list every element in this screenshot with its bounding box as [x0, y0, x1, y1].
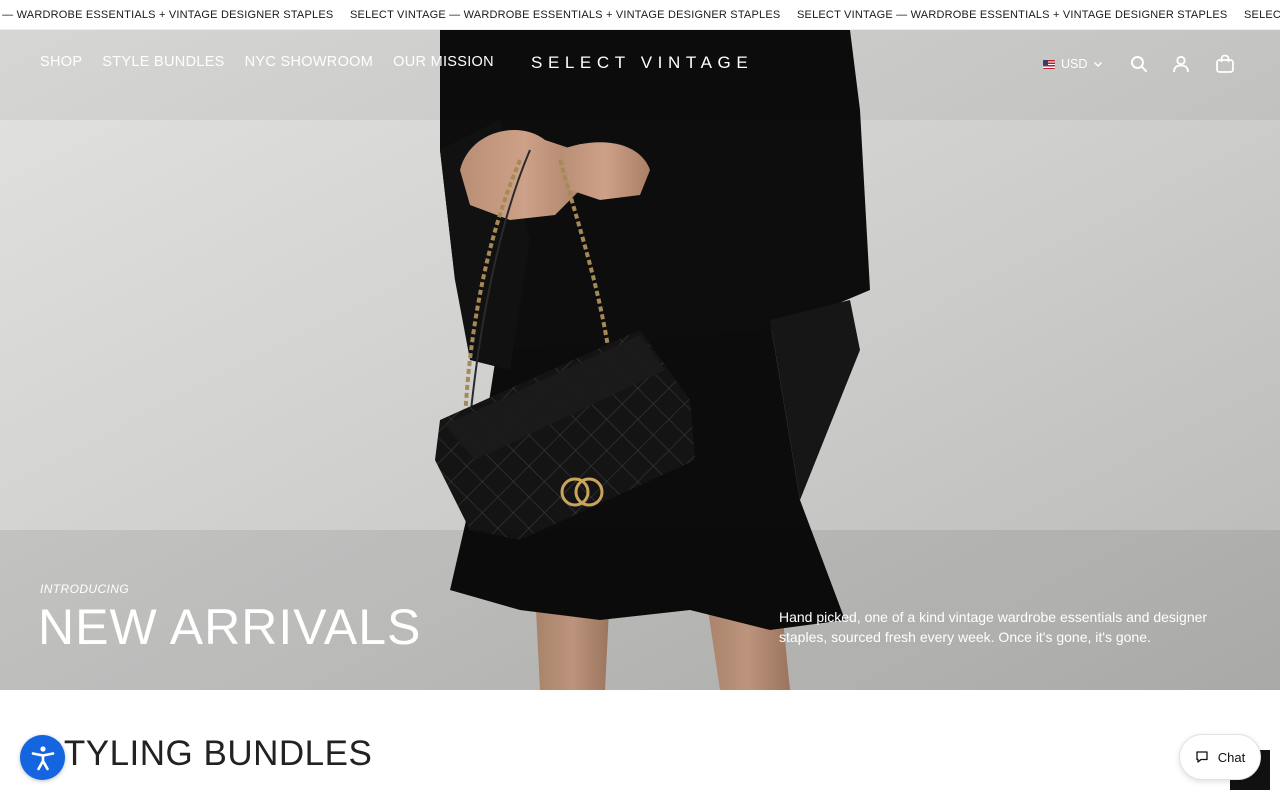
announcement-item: SELECT VINTAGE — WARDROBE ESSENTIALS + V… [1244, 9, 1280, 21]
styling-bundles-heading: STYLING BUNDLES [40, 734, 373, 773]
currency-label: USD [1061, 57, 1088, 71]
announcement-marquee: SELECT VINTAGE — WARDROBE ESSENTIALS + V… [0, 9, 1280, 21]
hero-eyebrow: INTRODUCING [40, 582, 130, 596]
accessibility-icon [31, 745, 54, 770]
accessibility-button[interactable] [20, 735, 65, 780]
nav-style-bundles[interactable]: STYLE BUNDLES [102, 54, 224, 70]
announcement-item: SELECT VINTAGE — WARDROBE ESSENTIALS + V… [350, 9, 781, 21]
header-actions: USD [1043, 50, 1237, 78]
announcement-item: SELECT VINTAGE — WARDROBE ESSENTIALS + V… [797, 9, 1228, 21]
chat-icon [1196, 751, 1208, 763]
cart-icon[interactable] [1213, 52, 1237, 76]
hero-image [0, 30, 1280, 690]
announcement-item: SELECT VINTAGE — WARDROBE ESSENTIALS + V… [0, 9, 334, 21]
hero-banner[interactable]: INTRODUCING NEW ARRIVALS Hand picked, on… [0, 30, 1280, 690]
hero-title: NEW ARRIVALS [38, 599, 422, 655]
nav-nyc-showroom[interactable]: NYC SHOWROOM [245, 54, 373, 70]
announcement-bar: SELECT VINTAGE — WARDROBE ESSENTIALS + V… [0, 0, 1280, 30]
main-nav: SHOP STYLE BUNDLES NYC SHOWROOM OUR MISS… [40, 54, 494, 70]
account-icon[interactable] [1169, 52, 1193, 76]
chat-button[interactable]: Chat [1179, 734, 1261, 780]
nav-shop[interactable]: SHOP [40, 54, 82, 70]
site-logo[interactable]: SELECT VINTAGE [531, 53, 753, 73]
chevron-down-icon [1094, 61, 1103, 68]
currency-selector[interactable]: USD [1043, 57, 1103, 71]
search-icon[interactable] [1127, 52, 1151, 76]
hero-description: Hand picked, one of a kind vintage wardr… [779, 609, 1208, 645]
chat-label: Chat [1217, 749, 1246, 765]
us-flag-icon [1043, 59, 1055, 69]
nav-our-mission[interactable]: OUR MISSION [393, 54, 494, 70]
